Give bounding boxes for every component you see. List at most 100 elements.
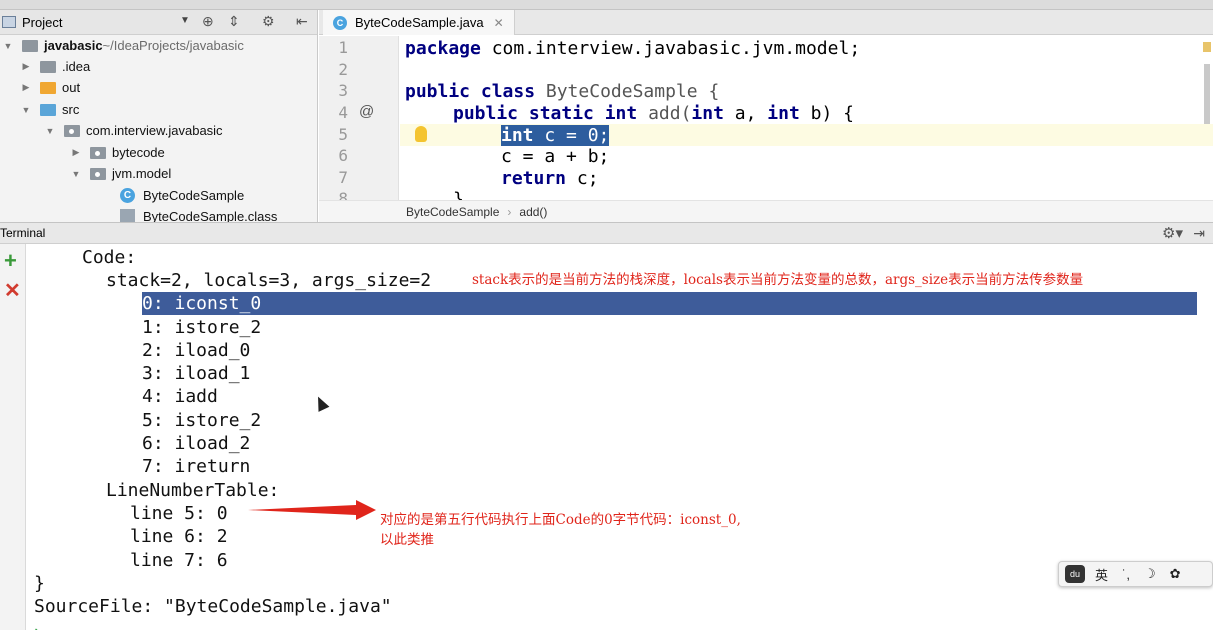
code-line-6: c = a + b;	[501, 146, 610, 167]
source-folder-icon	[40, 103, 56, 116]
hide-icon[interactable]: ⇥	[1193, 225, 1205, 242]
terminal-line: 7: ireturn	[142, 456, 251, 477]
tree-item-label: .idea	[62, 59, 91, 74]
terminal-line: Code:	[82, 247, 137, 268]
code-line-8: }	[453, 189, 464, 200]
collapse-icon[interactable]: ⇕	[228, 13, 240, 30]
collapsed-arrow-icon[interactable]: ▶	[20, 82, 32, 93]
package-icon	[90, 146, 106, 159]
tree-item-bytecode[interactable]: ▶ bytecode	[70, 142, 165, 163]
warning-stripe[interactable]	[1203, 42, 1211, 52]
module-folder-icon	[22, 39, 38, 52]
terminal-title[interactable]: Terminal	[0, 226, 45, 240]
tab-bytecodesample[interactable]: C ByteCodeSample.java ✕	[323, 10, 515, 35]
tree-item-class[interactable]: C ByteCodeSample	[120, 185, 244, 206]
expanded-arrow-icon[interactable]: ▼	[70, 169, 82, 179]
terminal-line: 4: iadd	[142, 386, 218, 407]
collapsed-arrow-icon[interactable]: ▶	[70, 147, 82, 158]
tree-item-label: out	[62, 80, 81, 95]
gear-icon[interactable]: ⚙	[262, 13, 275, 30]
sync-icon[interactable]: ⊕	[202, 13, 214, 30]
terminal-line: 6: iload_2	[142, 433, 251, 454]
terminal-line-selected[interactable]: 0: iconst_0	[142, 292, 1197, 315]
terminal-line: 5: istore_2	[142, 410, 262, 431]
breadcrumb-method[interactable]: add()	[519, 205, 547, 219]
editor-gutter[interactable]: 1 2 3 4 5 6 7 8 @	[319, 36, 399, 200]
terminal-line: 1: istore_2	[142, 317, 262, 338]
annotation-arrow-icon	[248, 500, 376, 520]
project-panel-title: Project	[22, 14, 63, 30]
editor-scrollbar[interactable]	[1204, 64, 1210, 124]
ime-punctuation-toggle[interactable]: ˙,	[1122, 567, 1130, 582]
terminal-line: line 5: 0	[130, 503, 228, 524]
line-number: 7	[338, 168, 348, 187]
line-number: 1	[338, 38, 348, 57]
terminal-line: 2: iload_0	[142, 340, 251, 361]
expanded-arrow-icon[interactable]: ▼	[44, 126, 56, 136]
tree-item-classfile[interactable]: ByteCodeSample.class	[120, 206, 277, 222]
collapsed-arrow-icon[interactable]: ▶	[20, 61, 32, 72]
close-session-icon[interactable]: ✕	[4, 278, 21, 303]
line-number: 5	[338, 125, 348, 144]
code-line-7: return c;	[501, 168, 599, 189]
close-icon[interactable]: ✕	[494, 16, 504, 30]
terminal-line: line 7: 6	[130, 550, 228, 571]
code-line-4: public static int add(int a, int b) {	[453, 103, 854, 124]
package-icon	[90, 167, 106, 180]
project-panel-header[interactable]: Project ▼ ⊕ ⇕ ⚙ ⇤	[0, 10, 317, 35]
tree-item-label: ByteCodeSample.class	[143, 209, 278, 222]
tree-item-jvm-model[interactable]: ▼ jvm.model	[70, 163, 172, 184]
title-strip	[0, 0, 1213, 10]
tree-item-label: ByteCodeSample	[143, 188, 245, 203]
terminal-toolbar: + ✕	[0, 244, 26, 630]
gear-icon[interactable]: ⚙▾	[1162, 224, 1183, 242]
lightbulb-icon[interactable]	[415, 126, 427, 142]
code-editor[interactable]: 1 2 3 4 5 6 7 8 @ package com.interview.…	[319, 36, 1213, 200]
terminal-line: LineNumberTable:	[106, 480, 280, 501]
breadcrumb: ByteCodeSample › add()	[319, 200, 1213, 222]
tree-item-package[interactable]: ▼ com.interview.javabasic	[44, 120, 223, 141]
tree-item-label: javabasic	[44, 38, 103, 53]
ime-settings-icon[interactable]: ✿	[1170, 566, 1181, 582]
prompt-arrow-icon: ➜	[30, 622, 40, 630]
tree-item-label: src	[62, 102, 80, 117]
add-session-icon[interactable]: +	[4, 248, 17, 274]
ime-language-toggle[interactable]: 英	[1095, 565, 1108, 584]
annotation-line-number-1: 对应的是第五行代码执行上面Code的0字节代码：iconst_0,	[380, 512, 741, 528]
tree-item-idea[interactable]: ▶ .idea	[20, 56, 91, 77]
folder-icon	[40, 81, 56, 94]
implements-marker-icon[interactable]: @	[359, 103, 374, 120]
tree-item-label: bytecode	[112, 145, 165, 160]
terminal-line: line 6: 2	[130, 526, 228, 547]
hide-icon[interactable]: ⇤	[296, 13, 308, 30]
package-icon	[64, 124, 80, 137]
project-icon	[2, 16, 16, 28]
code-line-3: public class ByteCodeSample {	[405, 81, 720, 102]
code-line-5-selected[interactable]: int c = 0;	[501, 125, 610, 147]
editor-tab-bar: C ByteCodeSample.java ✕	[319, 10, 1213, 35]
folder-icon	[40, 60, 56, 73]
project-panel: Project ▼ ⊕ ⇕ ⚙ ⇤ ▼ javabasic ~/IdeaProj…	[0, 10, 318, 222]
breadcrumb-class[interactable]: ByteCodeSample	[406, 205, 499, 219]
tree-item-javabasic[interactable]: ▼ javabasic ~/IdeaProjects/javabasic	[2, 35, 244, 56]
chevron-down-icon[interactable]: ▼	[180, 15, 190, 26]
line-number: 3	[338, 81, 348, 100]
tree-item-out[interactable]: ▶ out	[20, 77, 81, 98]
line-number: 8	[338, 189, 348, 200]
class-icon: C	[120, 188, 135, 203]
tree-item-label: jvm.model	[112, 166, 172, 181]
ime-toolbar[interactable]: du 英 ˙, ☽ ✿	[1058, 561, 1213, 587]
terminal-line: 3: iload_1	[142, 363, 251, 384]
ime-moon-icon[interactable]: ☽	[1144, 566, 1156, 582]
annotation-stack: stack表示的是当前方法的栈深度，locals表示当前方法变量的总数，args…	[472, 272, 1084, 288]
expanded-arrow-icon[interactable]: ▼	[20, 105, 32, 115]
line-number: 6	[338, 146, 348, 165]
ime-logo-icon[interactable]: du	[1065, 565, 1085, 583]
class-file-icon	[120, 209, 135, 222]
terminal-line: stack=2, locals=3, args_size=2	[106, 270, 432, 291]
tree-item-src[interactable]: ▼ src	[20, 99, 80, 120]
annotation-line-number-2: 以此类推	[380, 532, 434, 548]
terminal-line: }	[34, 573, 45, 594]
expanded-arrow-icon[interactable]: ▼	[2, 41, 14, 51]
terminal-output[interactable]: Code: stack=2, locals=3, args_size=2 0: …	[26, 244, 1213, 630]
